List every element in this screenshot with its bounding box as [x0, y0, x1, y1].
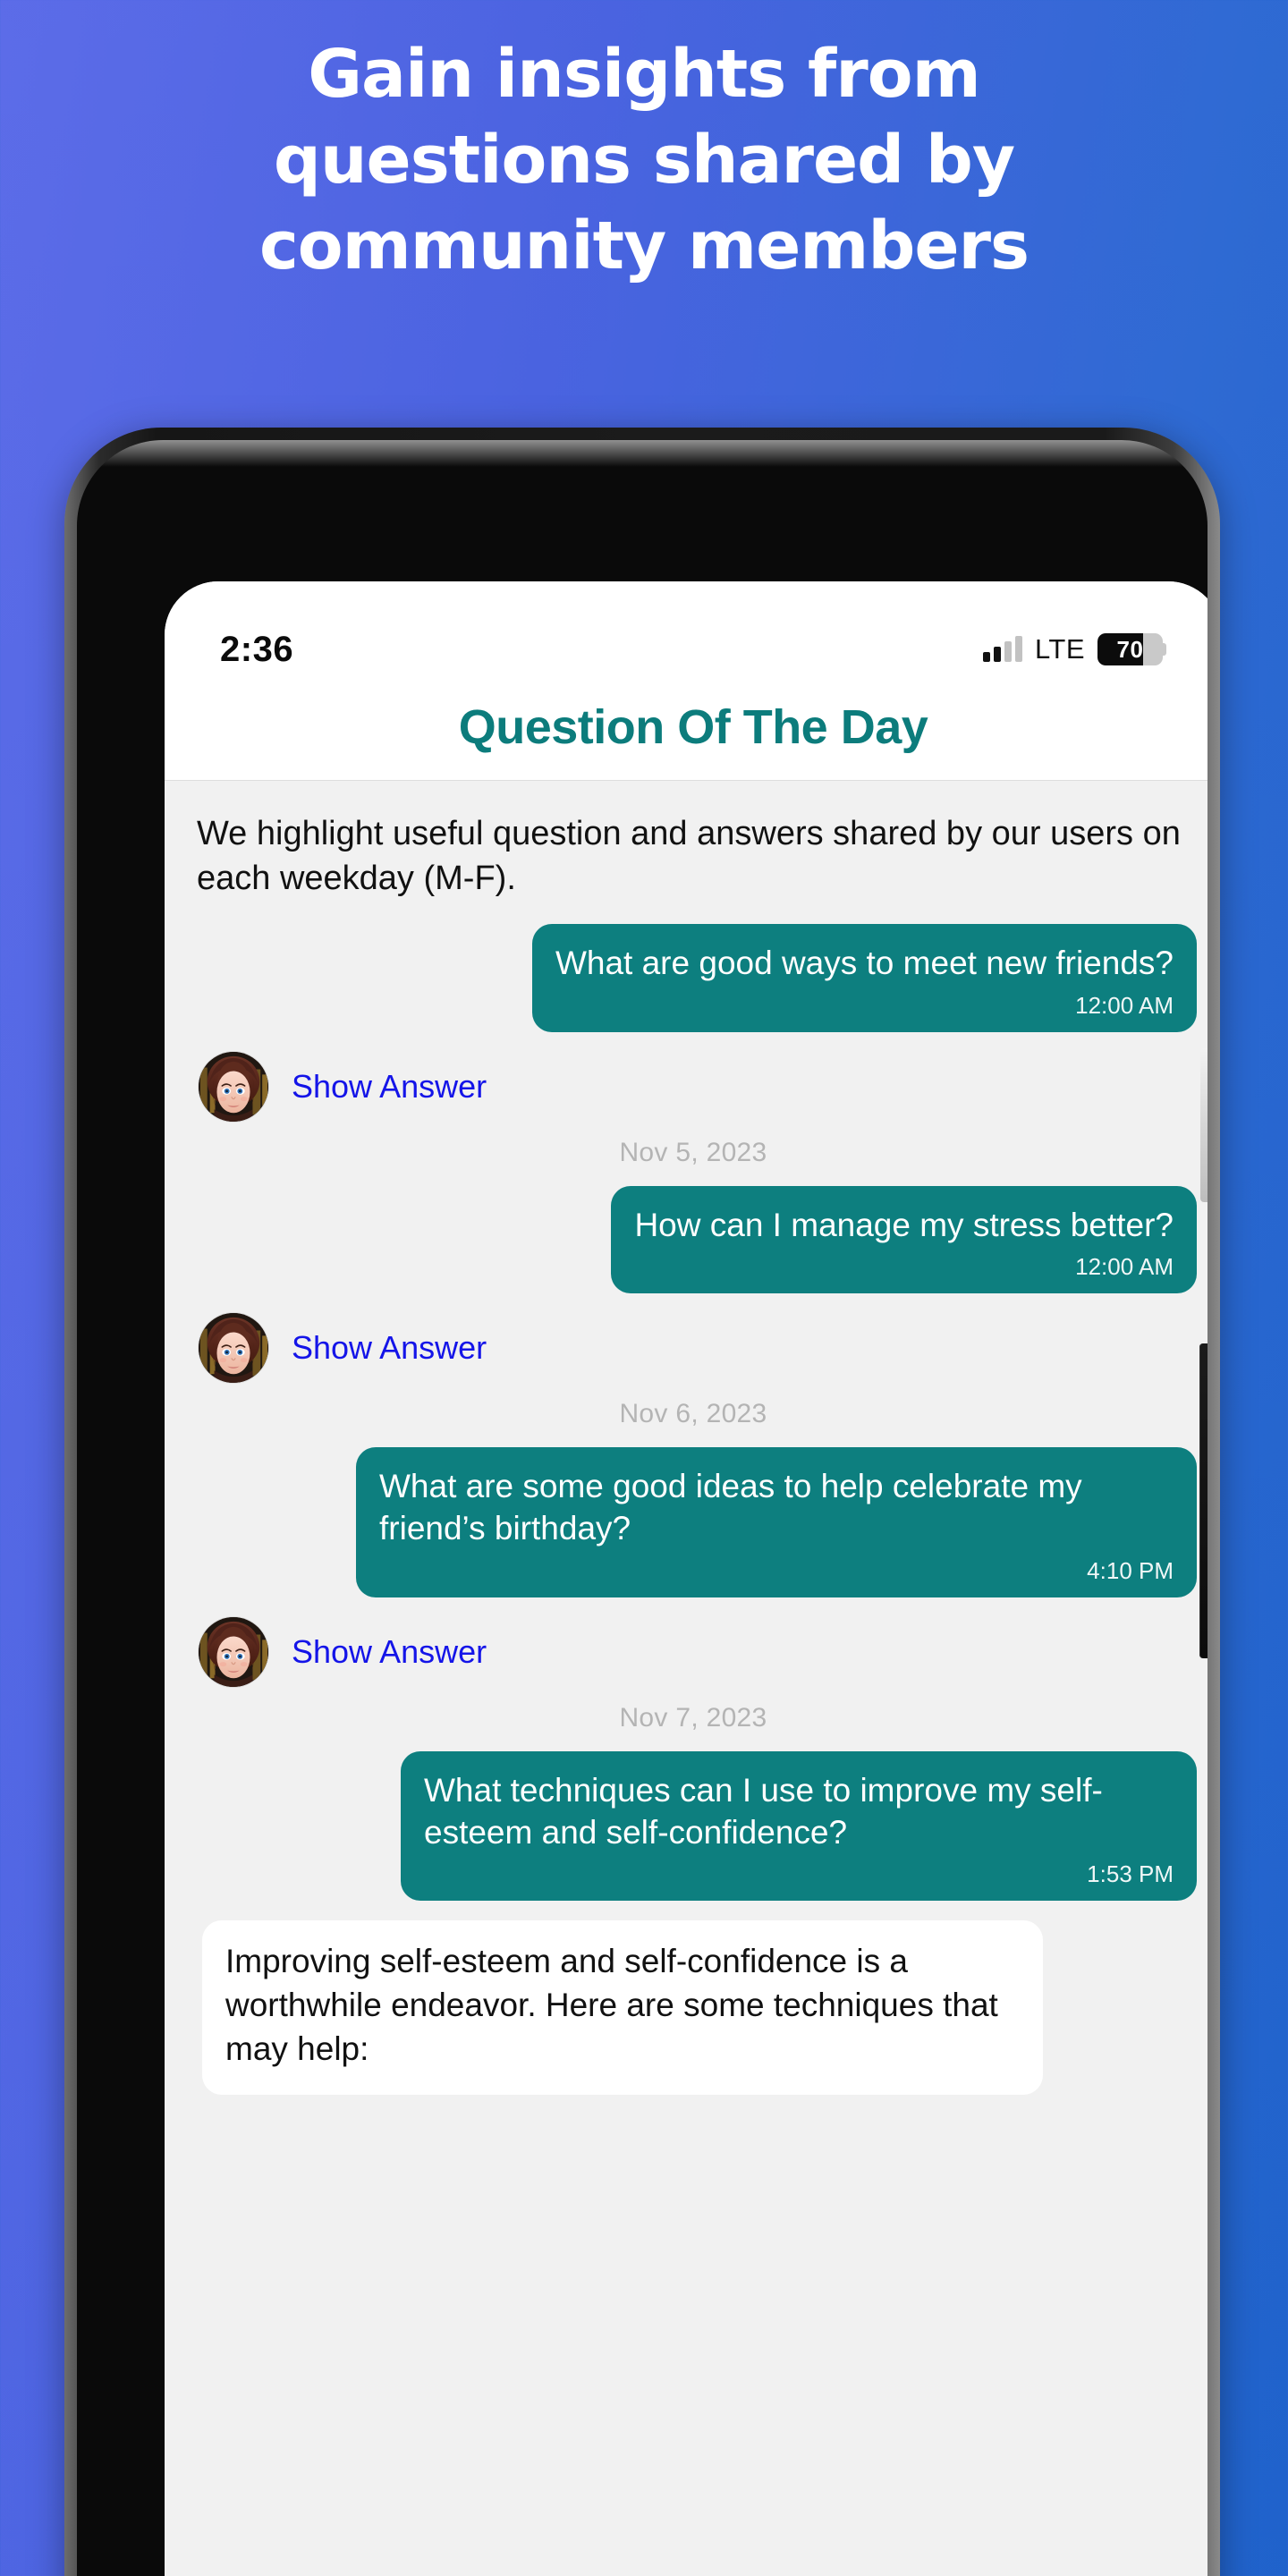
network-type-label: LTE — [1034, 633, 1085, 665]
question-text: What are good ways to meet new friends? — [555, 945, 1174, 982]
status-clock: 2:36 — [220, 629, 294, 669]
message-row: Improving self-esteem and self-confidenc… — [190, 1920, 1197, 2095]
headline-line-3: community members — [258, 208, 1030, 284]
question-bubble[interactable]: What are good ways to meet new friends? … — [531, 924, 1197, 1032]
message-timestamp: 12:00 AM — [1075, 991, 1174, 1019]
page-title: Question Of The Day — [458, 700, 928, 754]
battery-percent-label: 70 — [1116, 635, 1144, 663]
message-row: What techniques can I use to improve my … — [190, 1750, 1197, 1902]
show-answer-row[interactable]: Show Answer — [199, 1051, 1197, 1122]
date-separator: Nov 7, 2023 — [619, 1702, 767, 1733]
question-bubble[interactable]: What are some good ideas to help celebra… — [356, 1447, 1197, 1597]
message-row: How can I manage my stress better? 12:00… — [190, 1185, 1197, 1294]
cellular-signal-icon — [982, 636, 1022, 662]
phone-mockup: 2:36 LTE 70 Question Of The Day We highl… — [64, 428, 1220, 2576]
message-timestamp: 4:10 PM — [1087, 1556, 1174, 1584]
show-answer-link[interactable]: Show Answer — [292, 1068, 487, 1106]
volume-button[interactable] — [1199, 1343, 1208, 1658]
show-answer-link[interactable]: Show Answer — [292, 1633, 487, 1671]
phone-bezel: 2:36 LTE 70 Question Of The Day We highl… — [77, 440, 1208, 2576]
message-timestamp: 1:53 PM — [1087, 1860, 1174, 1888]
question-bubble[interactable]: How can I manage my stress better? 12:00… — [611, 1185, 1197, 1294]
headline-line-1: Gain insights from — [308, 36, 980, 113]
answer-text: Improving self-esteem and self-confidenc… — [225, 1943, 998, 2068]
chat-list[interactable]: We highlight useful question and answers… — [165, 781, 1208, 2576]
show-answer-link[interactable]: Show Answer — [292, 1329, 487, 1367]
answer-bubble[interactable]: Improving self-esteem and self-confidenc… — [202, 1920, 1043, 2095]
question-text: What are some good ideas to help celebra… — [379, 1468, 1082, 1547]
date-separator: Nov 5, 2023 — [619, 1137, 767, 1167]
status-bar: 2:36 LTE 70 — [165, 581, 1208, 687]
app-header: Question Of The Day — [165, 687, 1208, 781]
battery-icon: 70 — [1097, 633, 1163, 665]
date-separator: Nov 6, 2023 — [619, 1399, 767, 1429]
avatar — [199, 1616, 268, 1687]
message-row: What are good ways to meet new friends? … — [190, 924, 1197, 1032]
promo-headline: Gain insights from questions shared by c… — [0, 41, 1288, 299]
headline-line-2: questions shared by — [273, 122, 1015, 199]
show-answer-row[interactable]: Show Answer — [199, 1616, 1197, 1687]
bezel-gloss — [77, 440, 1208, 467]
question-bubble[interactable]: What techniques can I use to improve my … — [401, 1750, 1197, 1902]
message-row: What are some good ideas to help celebra… — [190, 1447, 1197, 1597]
show-answer-row[interactable]: Show Answer — [199, 1313, 1197, 1384]
status-indicators: LTE 70 — [982, 633, 1166, 665]
power-button[interactable] — [1200, 1048, 1208, 1202]
avatar — [199, 1051, 268, 1122]
question-text: How can I manage my stress better? — [634, 1206, 1174, 1243]
avatar — [199, 1313, 268, 1384]
message-timestamp: 12:00 AM — [1075, 1253, 1174, 1281]
phone-screen: 2:36 LTE 70 Question Of The Day We highl… — [165, 581, 1208, 2576]
intro-text: We highlight useful question and answers… — [197, 815, 1181, 898]
question-text: What techniques can I use to improve my … — [424, 1771, 1103, 1852]
